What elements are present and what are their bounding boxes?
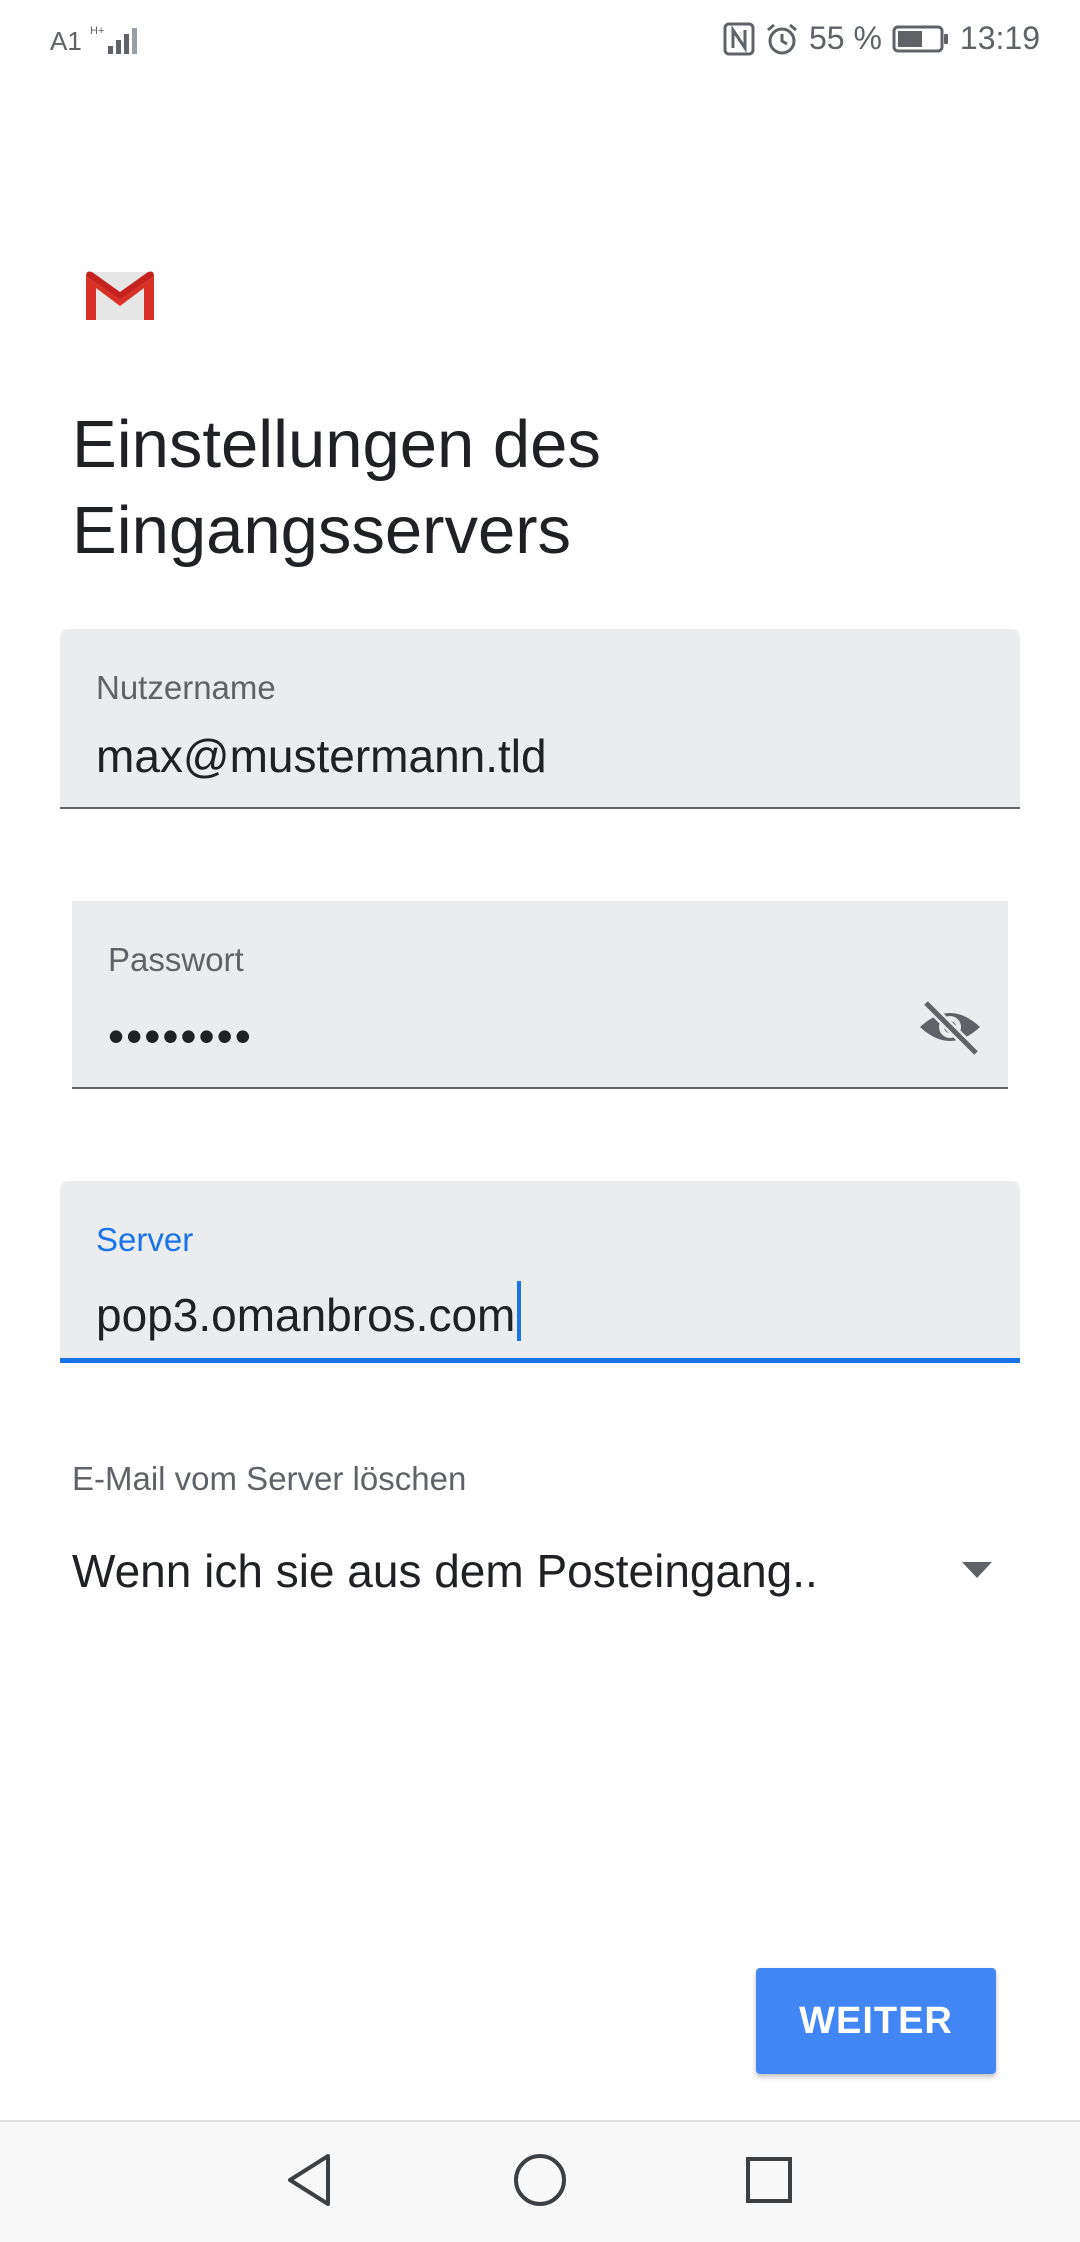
username-field[interactable]: Nutzername max@mustermann.tld bbox=[60, 629, 1020, 809]
gmail-icon bbox=[86, 271, 154, 320]
delete-from-server-dropdown[interactable]: Wenn ich sie aus dem Posteingang.. bbox=[72, 1536, 992, 1606]
home-icon[interactable] bbox=[512, 2150, 568, 2210]
svg-text:H+: H+ bbox=[90, 25, 104, 37]
username-label: Nutzername bbox=[96, 669, 276, 706]
carrier-label: A1 bbox=[50, 26, 82, 56]
password-underline bbox=[72, 1087, 1008, 1089]
recents-icon[interactable] bbox=[744, 2150, 794, 2210]
back-icon[interactable] bbox=[282, 2150, 338, 2210]
username-input[interactable]: max@mustermann.tld bbox=[96, 729, 547, 783]
status-bar: A1 H+ 55 % 13:19 bbox=[0, 0, 1080, 80]
next-button[interactable]: WEITER bbox=[756, 1968, 996, 2074]
username-underline bbox=[60, 807, 1020, 809]
nfc-icon bbox=[723, 22, 755, 55]
clock: 13:19 bbox=[959, 20, 1040, 56]
server-field[interactable]: Server pop3.omanbros.com bbox=[60, 1181, 1020, 1363]
server-label: Server bbox=[96, 1221, 194, 1258]
server-input[interactable]: pop3.omanbros.com bbox=[96, 1281, 522, 1342]
delete-from-server-label: E-Mail vom Server löschen bbox=[72, 1460, 467, 1497]
battery-percent: 55 % bbox=[808, 20, 882, 56]
password-field[interactable]: Passwort •••••••• bbox=[72, 901, 1008, 1089]
text-cursor bbox=[517, 1281, 522, 1341]
password-label: Passwort bbox=[108, 941, 244, 978]
title-line-1: Einstellungen des bbox=[72, 407, 601, 482]
delete-from-server-value: Wenn ich sie aus dem Posteingang.. bbox=[72, 1545, 818, 1597]
password-input[interactable]: •••••••• bbox=[108, 1009, 253, 1063]
navigation-bar bbox=[0, 2120, 1080, 2242]
battery-icon bbox=[892, 25, 948, 52]
dropdown-arrow-icon bbox=[962, 1562, 992, 1578]
server-underline bbox=[60, 1358, 1020, 1363]
title-line-2: Eingangsservers bbox=[72, 493, 572, 568]
signal-icon: H+ bbox=[90, 25, 137, 54]
page-title: Einstellungen des Eingangsservers bbox=[72, 402, 972, 574]
alarm-icon bbox=[767, 23, 797, 54]
server-value: pop3.omanbros.com bbox=[96, 1289, 516, 1341]
visibility-off-icon[interactable] bbox=[916, 997, 984, 1057]
